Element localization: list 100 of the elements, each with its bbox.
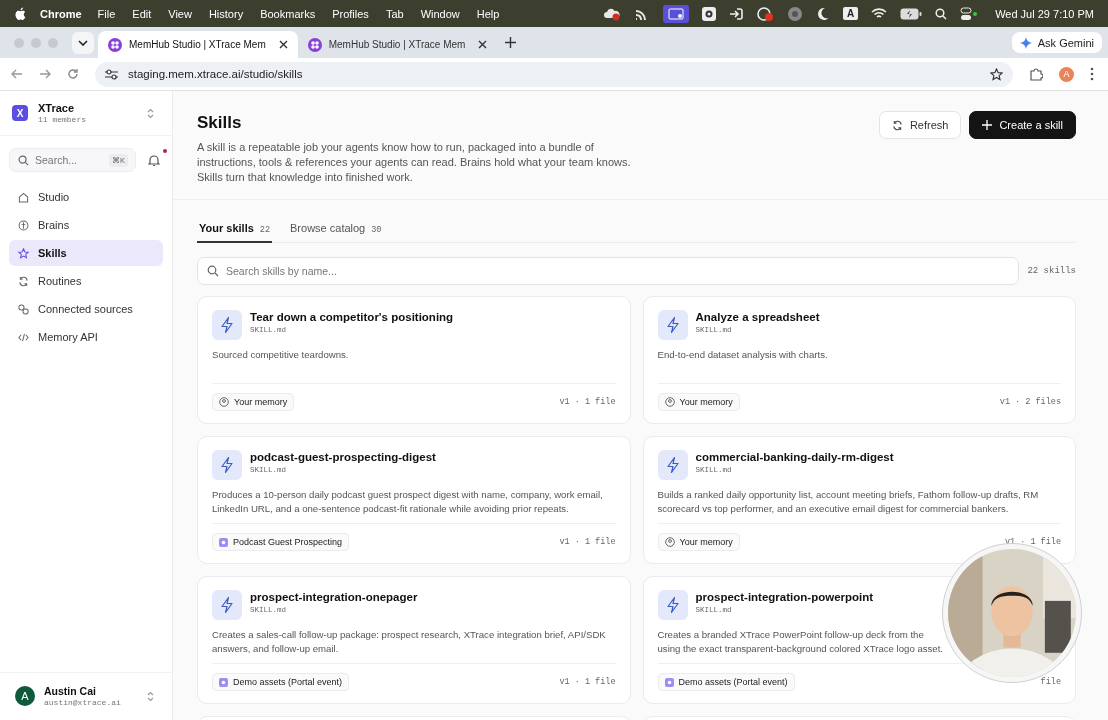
bell-icon bbox=[148, 153, 160, 167]
source-tag: Demo assets (Portal event) bbox=[657, 673, 795, 691]
close-icon[interactable] bbox=[478, 40, 488, 49]
moon-icon[interactable] bbox=[815, 6, 830, 21]
tab[interactable]: Browse catalog 30 bbox=[288, 220, 384, 243]
login-arrow-icon[interactable] bbox=[728, 6, 743, 21]
skill-card[interactable] bbox=[642, 436, 1076, 564]
more-options-icon[interactable] bbox=[1090, 67, 1094, 81]
chevron-down-icon bbox=[78, 39, 88, 46]
person-icon bbox=[664, 537, 675, 547]
menu-item[interactable]: Tab bbox=[385, 7, 404, 20]
menu-item[interactable]: Window bbox=[420, 7, 460, 20]
home-icon bbox=[18, 191, 29, 203]
skill-name: commercial-banking-daily-rm-digest bbox=[695, 451, 894, 463]
lightning-icon bbox=[657, 310, 688, 340]
skill-version: file bbox=[1040, 677, 1061, 687]
bookmark-star-icon[interactable] bbox=[990, 67, 1003, 81]
folder-icon bbox=[219, 537, 228, 547]
chevron-updown-icon[interactable] bbox=[147, 107, 154, 119]
skill-description: using the exact transparent-background colored XTrace logo asset. bbox=[657, 642, 943, 656]
site-settings-icon[interactable] bbox=[105, 68, 118, 80]
skill-description: Sourced competitive teardowns. bbox=[212, 348, 349, 362]
skill-description: Produces a 10-person daily podcast guest prospect digest with name, company, work email, bbox=[212, 488, 603, 502]
link-icon bbox=[18, 303, 29, 315]
extensions-icon[interactable] bbox=[1029, 67, 1043, 81]
back-arrow-icon[interactable] bbox=[11, 69, 23, 79]
skill-version: v1 · 2 files bbox=[999, 397, 1061, 407]
source-tag: Demo assets (Portal event) bbox=[212, 673, 350, 691]
create-skill-button[interactable]: Create a skill bbox=[969, 111, 1076, 139]
nav-item[interactable]: Routines bbox=[9, 268, 163, 294]
menu-clock[interactable]: Wed Jul 29 7:10 PM bbox=[995, 7, 1094, 20]
menu-item[interactable]: Profiles bbox=[332, 7, 369, 20]
skill-card[interactable] bbox=[197, 436, 631, 564]
code-icon bbox=[18, 331, 29, 343]
skill-name: podcast-guest-prospecting-digest bbox=[250, 451, 436, 463]
skill-description: Creates a branded XTrace PowerPoint follow-up deck from the bbox=[657, 628, 924, 642]
address-bar[interactable]: staging.mem.xtrace.ai/studio/skills bbox=[95, 61, 1013, 87]
control-center-icon[interactable] bbox=[960, 6, 979, 21]
nav-item[interactable]: Connected sources bbox=[9, 296, 163, 322]
lightning-icon bbox=[212, 590, 242, 620]
search-icon[interactable] bbox=[935, 7, 948, 20]
nav-item[interactable]: Studio bbox=[9, 184, 163, 210]
skill-description: Builds a ranked daily opportunity list, account meeting briefs, Fathom follow-up drafts, RM bbox=[657, 488, 1039, 502]
ask-gemini-button[interactable]: Ask Gemini bbox=[1011, 32, 1102, 53]
apple-logo-icon[interactable] bbox=[14, 6, 26, 21]
plus-icon bbox=[982, 120, 993, 130]
page-description: A skill is a repeatable job your agents know how to run, packaged into a bundle of instructions, tools & references your agents can read. Brains hold what your team knows. Skills turn that knowledge into finished work. bbox=[197, 140, 632, 185]
menu-app-name[interactable]: Chrome bbox=[40, 7, 82, 20]
source-tag: Your memory bbox=[212, 393, 295, 411]
nav-item[interactable]: Skills bbox=[9, 240, 163, 266]
nav-item[interactable]: Brains bbox=[9, 212, 163, 238]
folder-icon bbox=[219, 677, 228, 687]
nav-item[interactable]: Memory API bbox=[9, 324, 163, 350]
page-title: Skills bbox=[197, 113, 243, 133]
skill-name: prospect-integration-powerpoint bbox=[695, 591, 874, 603]
skill-description: answers, and follow-up email. bbox=[212, 642, 339, 656]
recording-icon[interactable] bbox=[755, 5, 774, 22]
refresh-icon bbox=[891, 119, 903, 131]
input-source-icon[interactable]: A bbox=[842, 7, 859, 20]
cloud-icon[interactable] bbox=[602, 6, 621, 21]
skill-version: v1 · 1 file bbox=[559, 677, 616, 687]
skill-description: End-to-end dataset analysis with charts. bbox=[657, 348, 828, 362]
new-tab-icon[interactable] bbox=[505, 37, 517, 48]
search-field[interactable]: Search skills by name... bbox=[197, 257, 1020, 285]
close-icon[interactable] bbox=[278, 40, 288, 49]
site-favicon-icon bbox=[307, 37, 322, 52]
battery-icon[interactable] bbox=[900, 7, 923, 20]
skill-name: Analyze a spreadsheet bbox=[695, 311, 820, 323]
workspace-logo: X bbox=[12, 105, 28, 121]
reload-icon[interactable] bbox=[67, 68, 79, 80]
skill-name: prospect-integration-onepager bbox=[250, 591, 418, 603]
screen-share-icon[interactable] bbox=[662, 4, 689, 23]
skill-description: LinkedIn URL, and a one-sentence podcast-fit rationale while avoiding prior repeats. bbox=[212, 502, 569, 516]
lightning-icon bbox=[657, 450, 688, 480]
tab[interactable]: Your skills 22 bbox=[197, 220, 273, 243]
folder-icon bbox=[664, 677, 674, 687]
menu-item[interactable]: View bbox=[168, 7, 192, 20]
menu-item[interactable]: Edit bbox=[132, 7, 152, 20]
menu-item[interactable]: File bbox=[97, 7, 116, 20]
member-count: 11 members bbox=[38, 115, 87, 124]
forward-arrow-icon[interactable] bbox=[39, 69, 51, 79]
menu-item[interactable]: Help bbox=[476, 7, 500, 20]
lightning-icon bbox=[212, 310, 242, 340]
search-icon bbox=[18, 155, 29, 166]
source-tag: Podcast Guest Prospecting bbox=[212, 533, 350, 551]
user-name: Austin Cai bbox=[44, 685, 97, 697]
browser-tab[interactable]: MemHub Studio | XTrace Mem bbox=[297, 31, 498, 58]
tab-search-button[interactable] bbox=[72, 31, 94, 54]
menu-item[interactable]: Bookmarks bbox=[260, 7, 316, 20]
skill-description: scorecard vs top performer, and an executive email digest for commercial bankers. bbox=[657, 502, 1009, 516]
wifi-icon[interactable] bbox=[871, 7, 888, 20]
skill-version: v1 · 1 file bbox=[559, 397, 616, 407]
refresh-button[interactable]: Refresh bbox=[878, 111, 962, 139]
chevron-updown-icon[interactable] bbox=[147, 690, 154, 702]
refresh-icon bbox=[18, 275, 29, 287]
user-email: austin@xtrace.ai bbox=[44, 698, 122, 707]
browser-tab[interactable]: MemHub Studio | XTrace Mem bbox=[98, 31, 298, 58]
menu-item[interactable]: History bbox=[208, 7, 244, 20]
site-favicon-icon bbox=[108, 37, 122, 52]
skill-version: v1 · 1 file bbox=[559, 537, 616, 547]
